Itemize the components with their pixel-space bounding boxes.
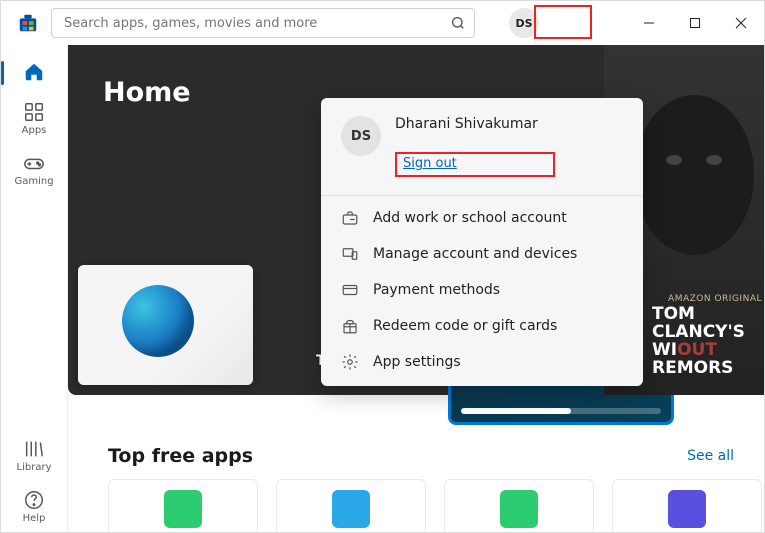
menu-avatar: DS xyxy=(341,116,381,156)
sidebar: Apps Gaming Library Help xyxy=(1,45,68,532)
see-all-link[interactable]: See all xyxy=(687,448,734,464)
sidebar-label: Gaming xyxy=(14,176,53,187)
highlight-signout: Sign out xyxy=(395,152,555,177)
maximize-button[interactable] xyxy=(672,6,718,40)
menu-item-label: Add work or school account xyxy=(373,210,567,226)
home-icon xyxy=(23,61,45,83)
app-card[interactable] xyxy=(108,479,258,532)
briefcase-icon xyxy=(341,209,359,227)
close-button[interactable] xyxy=(718,6,764,40)
menu-item-label: App settings xyxy=(373,354,461,370)
app-card[interactable] xyxy=(276,479,426,532)
card-icon xyxy=(341,281,359,299)
menu-item-label: Manage account and devices xyxy=(373,246,577,262)
menu-item-label: Redeem code or gift cards xyxy=(373,318,557,334)
sidebar-item-home[interactable] xyxy=(1,53,67,93)
apps-icon xyxy=(23,101,45,123)
page-title: Home xyxy=(103,77,191,108)
devices-icon xyxy=(341,245,359,263)
minimize-button[interactable] xyxy=(626,6,672,40)
sidebar-label: Apps xyxy=(22,125,47,136)
library-icon xyxy=(23,438,45,460)
menu-item-payment[interactable]: Payment methods xyxy=(337,272,627,308)
hero-thumb-card[interactable] xyxy=(78,265,253,385)
sidebar-label: Help xyxy=(23,513,46,524)
menu-item-add-account[interactable]: Add work or school account xyxy=(337,200,627,236)
gear-icon xyxy=(341,353,359,371)
app-row xyxy=(68,479,764,532)
search-field[interactable] xyxy=(64,16,450,31)
search-input[interactable] xyxy=(51,8,475,38)
profile-avatar-button[interactable]: DS xyxy=(509,8,539,38)
search-icon xyxy=(450,15,466,31)
app-window: DS Apps Gaming Library xyxy=(0,0,765,533)
menu-item-label: Payment methods xyxy=(373,282,500,298)
body: Apps Gaming Library Help Home xyxy=(1,45,764,532)
gift-icon xyxy=(341,317,359,335)
app-card[interactable] xyxy=(444,479,594,532)
sidebar-item-gaming[interactable]: Gaming xyxy=(1,144,67,195)
sidebar-label: Library xyxy=(17,462,52,473)
store-logo-icon xyxy=(17,12,39,34)
movie-tag: AMAZON ORIGINAL xyxy=(668,294,762,304)
sidebar-item-library[interactable]: Library xyxy=(1,430,67,481)
user-name: Dharani Shivakumar xyxy=(395,116,555,132)
menu-item-settings[interactable]: App settings xyxy=(337,344,627,380)
account-menu: DS Dharani Shivakumar Sign out Add work … xyxy=(321,98,643,386)
gamepad-icon xyxy=(23,152,45,174)
topbar: DS xyxy=(1,1,764,45)
help-icon xyxy=(23,489,45,511)
user-email-redacted xyxy=(395,136,555,148)
menu-item-redeem[interactable]: Redeem code or gift cards xyxy=(337,308,627,344)
app-card[interactable] xyxy=(612,479,762,532)
sign-out-link[interactable]: Sign out xyxy=(397,154,463,173)
main: Home TOMORROW WAR PC Game Pass AMAZON OR… xyxy=(68,45,764,532)
menu-item-manage-account[interactable]: Manage account and devices xyxy=(337,236,627,272)
section-title: Top free apps xyxy=(108,445,253,467)
sidebar-item-help[interactable]: Help xyxy=(1,481,67,532)
profile-section: DS Dharani Shivakumar Sign out xyxy=(337,112,627,189)
carousel-scrollbar[interactable] xyxy=(461,408,661,414)
sidebar-item-apps[interactable]: Apps xyxy=(1,93,67,144)
movie-title: TOM CLANCY'S WIOUT REMORS xyxy=(652,305,762,377)
